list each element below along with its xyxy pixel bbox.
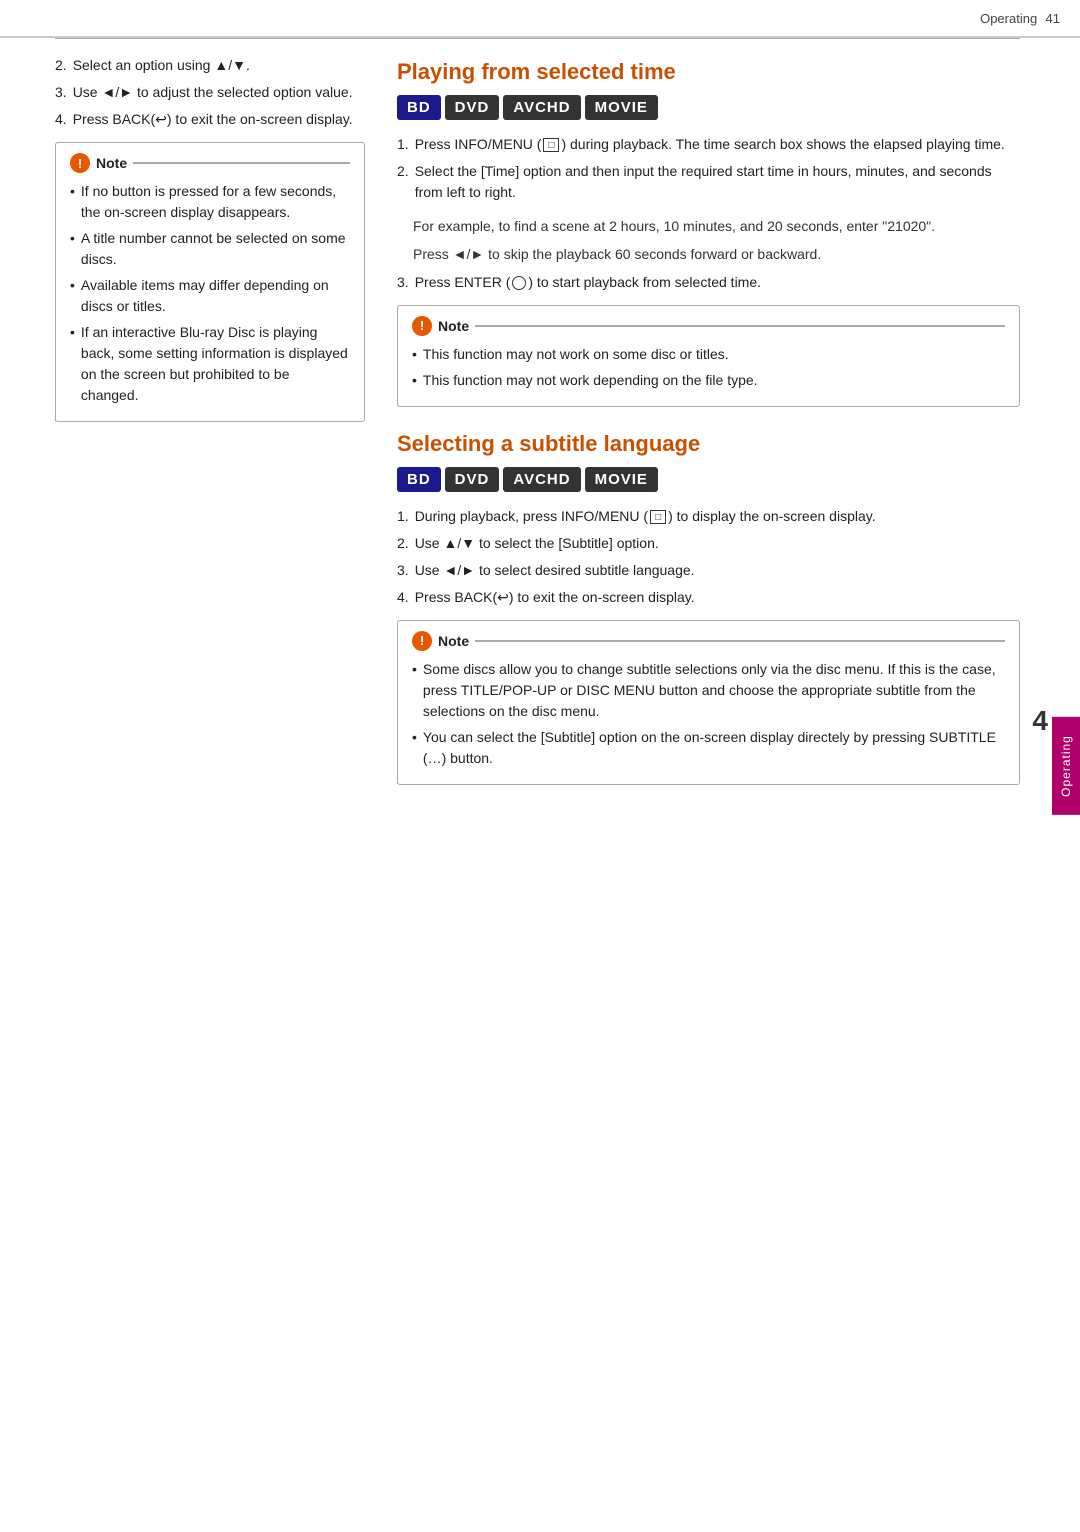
side-tab: Operating	[1052, 717, 1080, 815]
badge-movie: MOVIE	[585, 95, 658, 120]
section-1-title: Playing from selected time	[397, 59, 1020, 85]
step-2-4: 4. Press BACK(↩) to exit the on-screen d…	[397, 587, 1020, 608]
page-number: 41	[1046, 11, 1060, 26]
columns: 2. Select an option using ▲/▼. 3. Use ◄/…	[55, 55, 1020, 795]
section-2-note-box: ! Note Some discs allow you to change su…	[397, 620, 1020, 785]
section-2-note-label: Note	[438, 633, 469, 649]
step-2-3: 3. Use ◄/► to select desired subtitle la…	[397, 560, 1020, 581]
menu-icon: □	[543, 138, 559, 152]
section-2-note-item-2: You can select the [Subtitle] option on …	[412, 727, 1005, 769]
right-column: Playing from selected time BD DVD AVCHD …	[397, 55, 1020, 795]
section-1-badges: BD DVD AVCHD MOVIE	[397, 95, 1020, 120]
section-2-title: Selecting a subtitle language	[397, 431, 1020, 457]
list-item-2: 2. Select an option using ▲/▼.	[55, 55, 365, 76]
section-1-note-box: ! Note This function may not work on som…	[397, 305, 1020, 407]
note-header: ! Note	[70, 153, 350, 173]
step-1-3: 3. Press ENTER () to start playback from…	[397, 272, 1020, 293]
note-header-line	[133, 162, 350, 164]
badge-bd: BD	[397, 95, 441, 120]
section-1-note-item-1: This function may not work on some disc …	[412, 344, 1005, 365]
indent-para-1: For example, to find a scene at 2 hours,…	[413, 215, 1020, 237]
badge-dvd: DVD	[445, 95, 500, 120]
exclaim-icon-2: !	[412, 316, 432, 336]
top-divider	[55, 38, 1020, 39]
side-number: 4	[1032, 705, 1048, 737]
section-1-note-item-2: This function may not work depending on …	[412, 370, 1005, 391]
badge-bd-2: BD	[397, 467, 441, 492]
badge-avchd: AVCHD	[503, 95, 580, 120]
section-1-step3: 3. Press ENTER () to start playback from…	[397, 272, 1020, 293]
step-2-2: 2. Use ▲/▼ to select the [Subtitle] opti…	[397, 533, 1020, 554]
main-content: 2. Select an option using ▲/▼. 3. Use ◄/…	[55, 38, 1020, 1502]
step-1-2: 2. Select the [Time] option and then inp…	[397, 161, 1020, 203]
section-1-note-header: ! Note	[412, 316, 1005, 336]
section-2-steps: 1. During playback, press INFO/MENU (□) …	[397, 506, 1020, 608]
section-1-note-list: This function may not work on some disc …	[412, 344, 1005, 391]
intro-list: 2. Select an option using ▲/▼. 3. Use ◄/…	[55, 55, 365, 130]
header-bar: Operating 41	[0, 0, 1080, 38]
step-1-1: 1. Press INFO/MENU (□) during playback. …	[397, 134, 1020, 155]
section-1-steps: 1. Press INFO/MENU (□) during playback. …	[397, 134, 1020, 203]
exclaim-icon-3: !	[412, 631, 432, 651]
left-note-item-2: A title number cannot be selected on som…	[70, 228, 350, 270]
badge-avchd-2: AVCHD	[503, 467, 580, 492]
menu-icon-2: □	[650, 510, 666, 524]
section-2-badges: BD DVD AVCHD MOVIE	[397, 467, 1020, 492]
left-note-box: ! Note If no button is pressed for a few…	[55, 142, 365, 422]
exclaim-icon: !	[70, 153, 90, 173]
section-1-note-label: Note	[438, 318, 469, 334]
section-playing: Playing from selected time BD DVD AVCHD …	[397, 59, 1020, 407]
note-label: Note	[96, 155, 127, 171]
section-2-note-item-1: Some discs allow you to change subtitle …	[412, 659, 1005, 722]
section-2-note-list: Some discs allow you to change subtitle …	[412, 659, 1005, 769]
section-2-note-header: ! Note	[412, 631, 1005, 651]
left-note-list: If no button is pressed for a few second…	[70, 181, 350, 406]
badge-dvd-2: DVD	[445, 467, 500, 492]
list-item-3: 3. Use ◄/► to adjust the selected option…	[55, 82, 365, 103]
list-item-4: 4. Press BACK(↩) to exit the on-screen d…	[55, 109, 365, 130]
enter-icon	[512, 276, 526, 290]
step-2-1: 1. During playback, press INFO/MENU (□) …	[397, 506, 1020, 527]
header-text: Operating	[980, 11, 1037, 26]
left-note-item-4: If an interactive Blu-ray Disc is playin…	[70, 322, 350, 406]
section-subtitle: Selecting a subtitle language BD DVD AVC…	[397, 431, 1020, 785]
left-note-item-3: Available items may differ depending on …	[70, 275, 350, 317]
left-note-item-1: If no button is pressed for a few second…	[70, 181, 350, 223]
indent-para-2: Press ◄/► to skip the playback 60 second…	[413, 243, 1020, 265]
left-column: 2. Select an option using ▲/▼. 3. Use ◄/…	[55, 55, 365, 795]
badge-movie-2: MOVIE	[585, 467, 658, 492]
